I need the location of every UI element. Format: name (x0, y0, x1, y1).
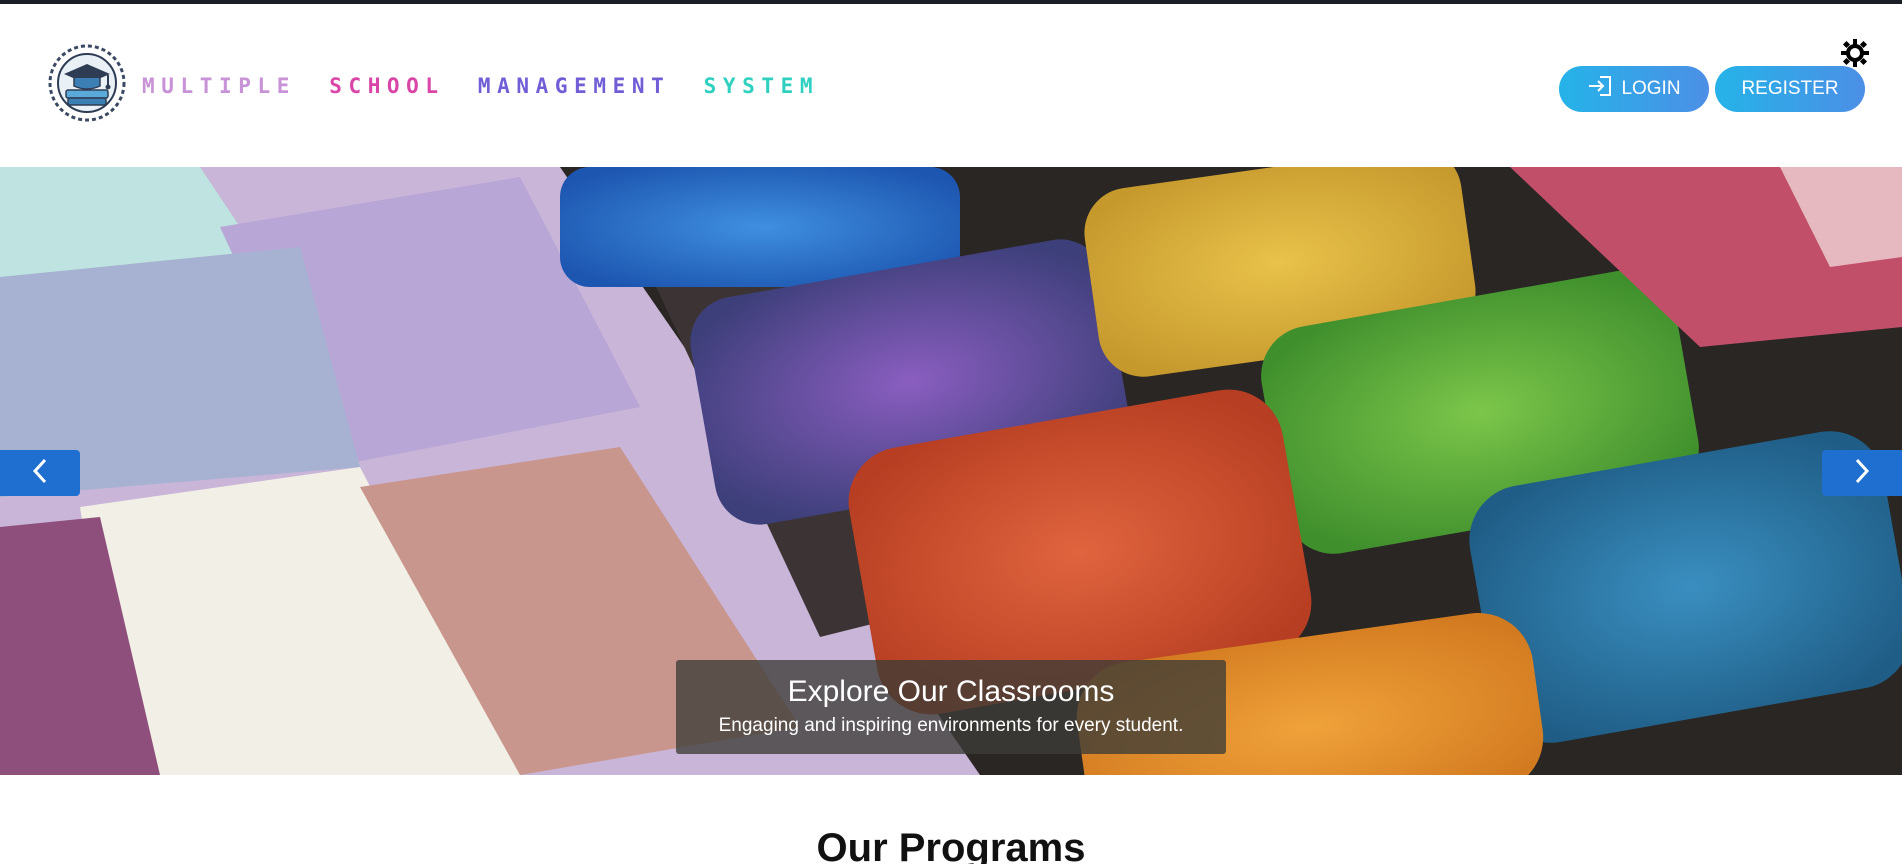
chevron-left-icon (30, 457, 50, 490)
sun-icon[interactable] (1840, 38, 1870, 68)
login-icon (1587, 75, 1613, 103)
brand-word-school: SCHOOL (329, 74, 445, 98)
register-button[interactable]: REGISTER (1715, 66, 1865, 112)
brand-word-management: MANAGEMENT (477, 74, 671, 98)
brand-word-system: SYSTEM (703, 74, 820, 98)
brand-word-multiple: MULTIPLE (142, 74, 296, 98)
caption-text: Engaging and inspiring environments for … (718, 715, 1184, 736)
site-title[interactable]: MULTIPLE SCHOOL MANAGEMENT SYSTEM (142, 74, 833, 98)
chevron-right-icon (1852, 457, 1872, 490)
carousel-caption: Explore Our Classrooms Engaging and insp… (676, 660, 1226, 754)
carousel-next-button[interactable] (1822, 450, 1902, 496)
programs-heading: Our Programs (816, 826, 1086, 864)
login-button[interactable]: LOGIN (1559, 66, 1709, 112)
school-logo-icon[interactable] (46, 42, 128, 124)
carousel-prev-button[interactable] (0, 450, 80, 496)
login-label: LOGIN (1621, 78, 1681, 99)
register-label: REGISTER (1741, 78, 1839, 99)
caption-title: Explore Our Classrooms (787, 675, 1115, 708)
site-header: MULTIPLE SCHOOL MANAGEMENT SYSTEM LOGIN … (0, 4, 1902, 167)
